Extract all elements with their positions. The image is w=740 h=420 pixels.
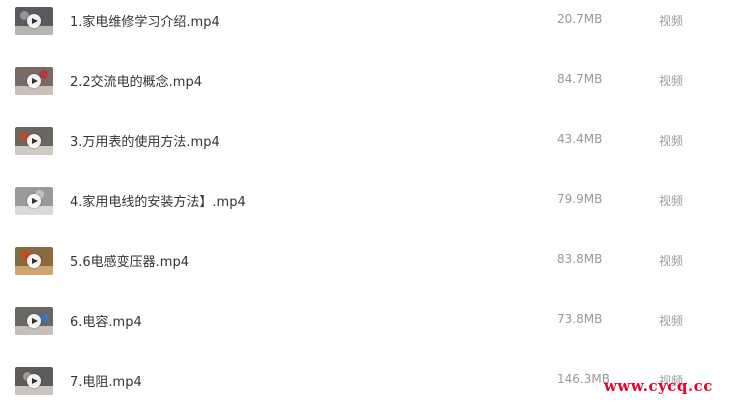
file-type: 视频 [659,254,684,268]
file-row[interactable]: 2.2交流电的概念.mp4 84.7MB 视频 [0,60,740,120]
play-icon[interactable] [27,194,41,208]
file-row[interactable]: 3.万用表的使用方法.mp4 43.4MB 视频 [0,120,740,180]
file-size: 73.8MB [557,312,603,326]
file-type: 视频 [659,314,684,328]
watermark: www.cycq.cc [604,377,713,395]
file-name[interactable]: 1.家电维修学习介绍.mp4 [70,11,220,30]
video-thumbnail[interactable] [15,187,53,215]
play-icon[interactable] [27,74,41,88]
file-size: 43.4MB [557,132,603,146]
play-icon[interactable] [27,254,41,268]
file-name[interactable]: 4.家用电线的安装方法】.mp4 [70,191,246,210]
file-size: 79.9MB [557,192,603,206]
file-type: 视频 [659,134,684,148]
file-size: 20.7MB [557,12,603,26]
video-thumbnail[interactable] [15,367,53,395]
play-icon[interactable] [27,14,41,28]
file-size: 146.3MB [557,372,610,386]
file-row[interactable]: 5.6电感变压器.mp4 83.8MB 视频 [0,240,740,300]
file-type: 视频 [659,194,684,208]
file-type: 视频 [659,74,684,88]
play-icon[interactable] [27,314,41,328]
file-size: 84.7MB [557,72,603,86]
file-list: 1.家电维修学习介绍.mp4 20.7MB 视频 2.2交流电的概念.mp4 8… [0,0,740,404]
file-type: 视频 [659,14,684,28]
file-row[interactable]: 6.电容.mp4 73.8MB 视频 [0,300,740,360]
play-icon[interactable] [27,134,41,148]
file-name[interactable]: 2.2交流电的概念.mp4 [70,71,202,90]
file-name[interactable]: 6.电容.mp4 [70,311,142,330]
video-thumbnail[interactable] [15,7,53,35]
video-thumbnail[interactable] [15,307,53,335]
video-thumbnail[interactable] [15,67,53,95]
video-thumbnail[interactable] [15,127,53,155]
play-icon[interactable] [27,374,41,388]
file-name[interactable]: 5.6电感变压器.mp4 [70,251,189,270]
file-name[interactable]: 3.万用表的使用方法.mp4 [70,131,220,150]
video-thumbnail[interactable] [15,247,53,275]
file-name[interactable]: 7.电阻.mp4 [70,371,142,390]
file-size: 83.8MB [557,252,603,266]
file-row[interactable]: 1.家电维修学习介绍.mp4 20.7MB 视频 [0,0,740,60]
thumbnail-spot [40,313,49,322]
file-row[interactable]: 4.家用电线的安装方法】.mp4 79.9MB 视频 [0,180,740,240]
